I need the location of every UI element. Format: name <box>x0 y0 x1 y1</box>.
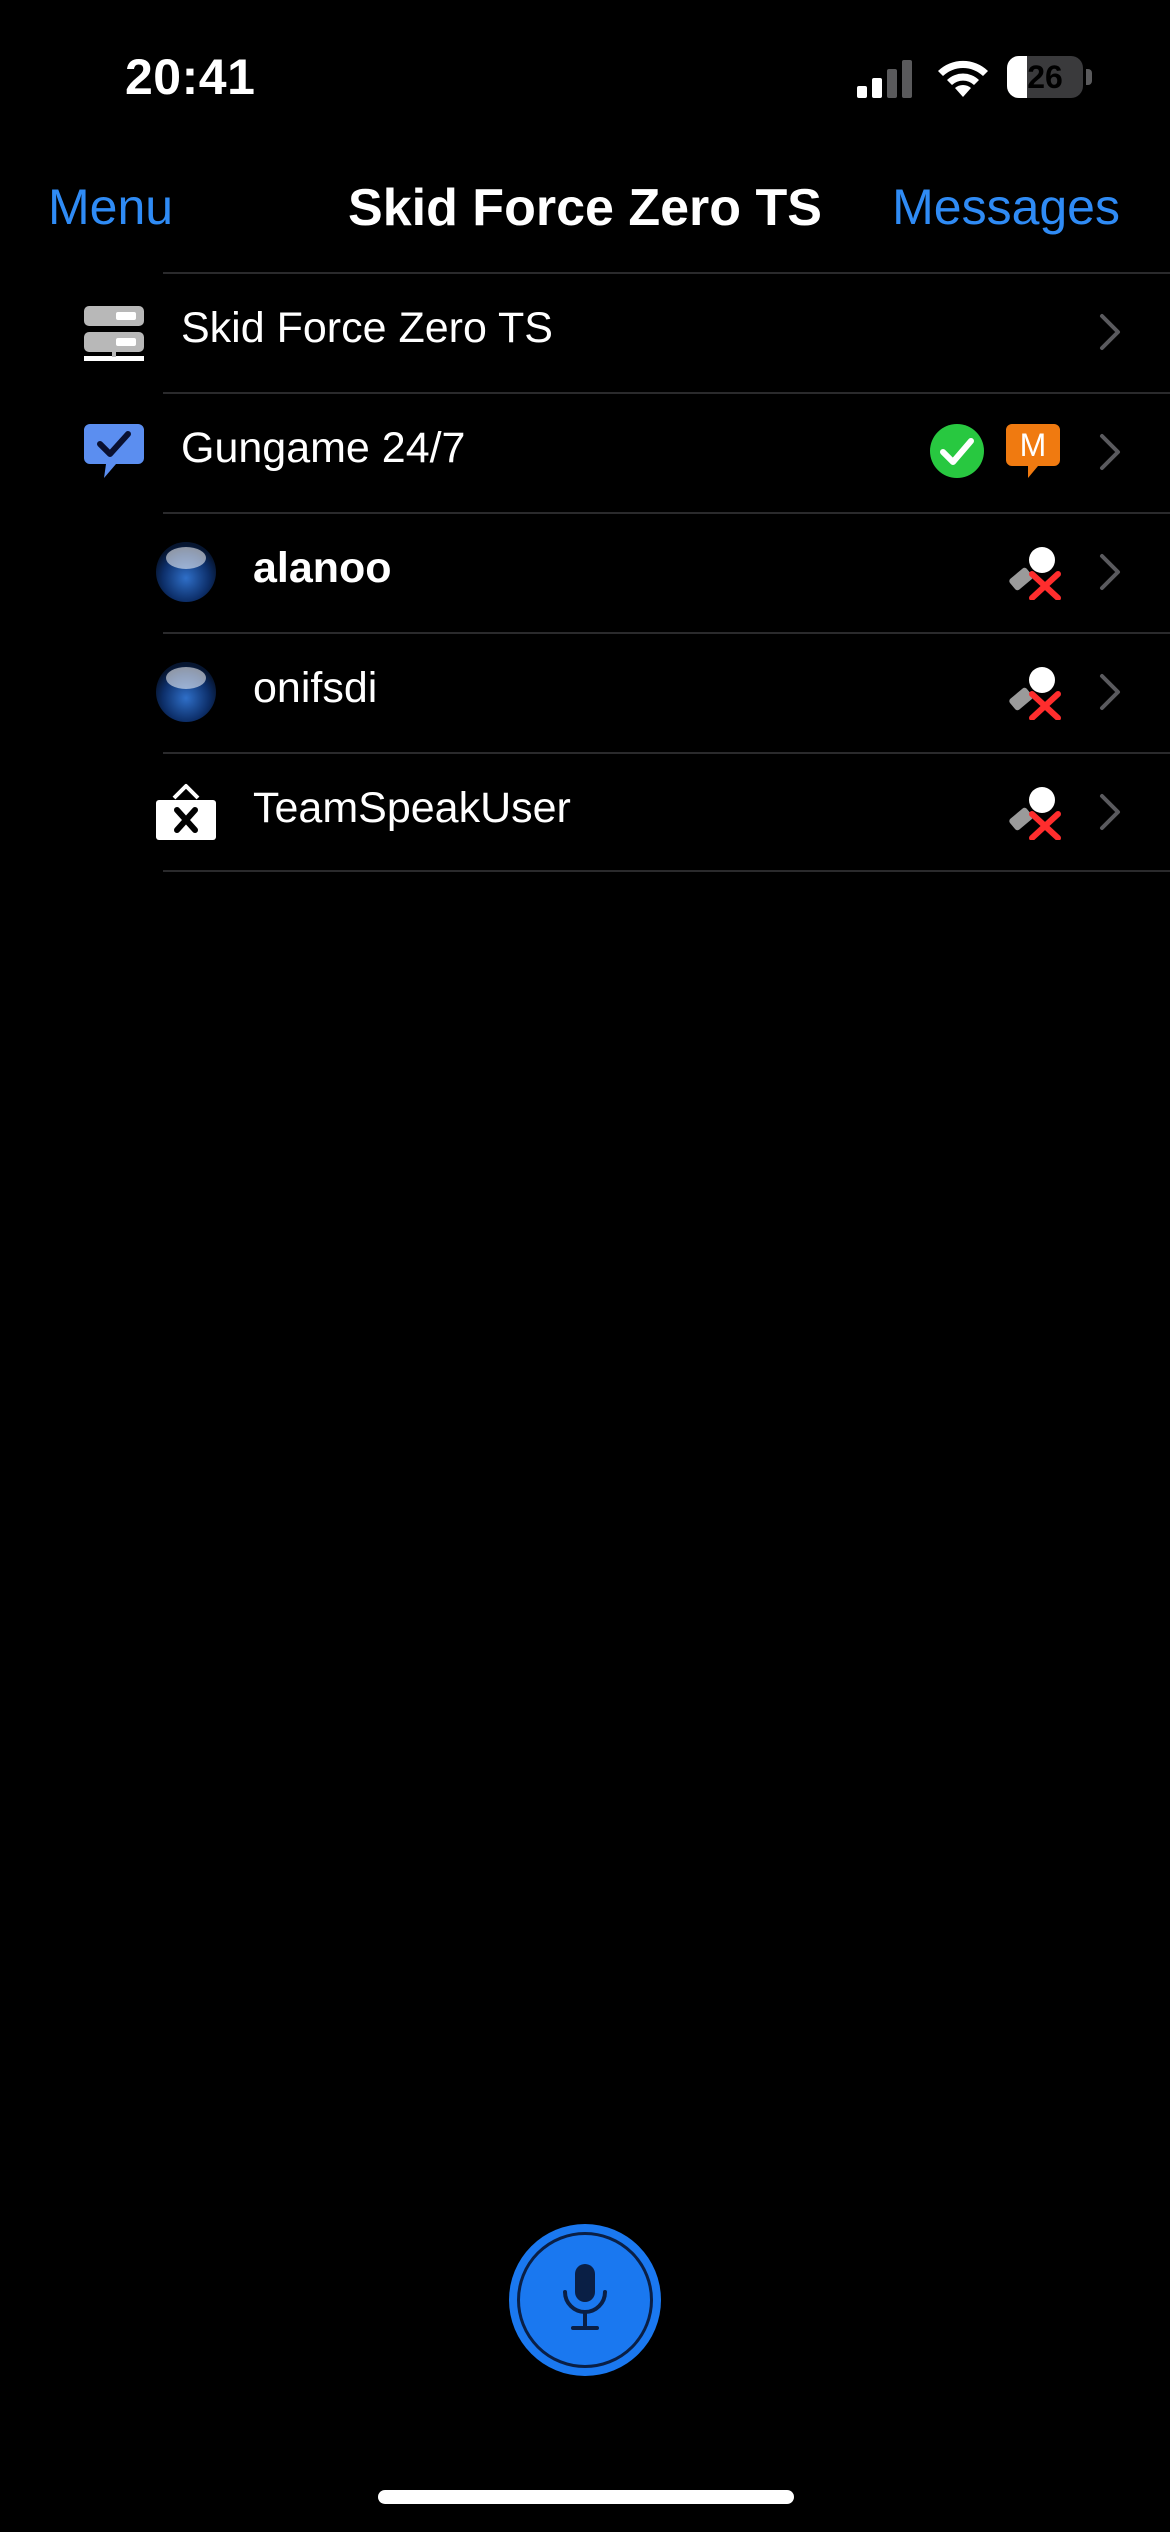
chevron-right-icon <box>1100 674 1120 710</box>
client-row-teamspeakuser[interactable]: TeamSpeakUser <box>0 752 1170 872</box>
svg-text:M: M <box>1020 427 1047 463</box>
microphone-muted-icon <box>1009 787 1061 840</box>
navigation-bar: Skid Force Zero TS Menu Messages <box>0 150 1170 270</box>
channel-row-gungame[interactable]: Gungame 24/7 M <box>0 392 1170 512</box>
client-sphere-icon <box>156 542 216 602</box>
chevron-right-icon <box>1100 554 1120 590</box>
channel-name: Gungame 24/7 <box>181 424 466 472</box>
chevron-right-icon <box>1100 434 1120 470</box>
server-row[interactable]: Skid Force Zero TS <box>0 272 1170 392</box>
check-icon <box>930 424 984 478</box>
status-time: 20:41 <box>125 49 256 105</box>
channel-subscribed-icon <box>84 424 144 478</box>
client-away-icon <box>156 784 216 840</box>
server-icon <box>84 306 144 361</box>
chevron-right-icon <box>1100 314 1120 350</box>
status-bar: 20:41 26 <box>0 0 1170 150</box>
channel-tree: Skid Force Zero TS Gungame 24/7 M alanoo… <box>0 272 1170 872</box>
microphone-icon <box>563 2264 607 2330</box>
battery-indicator: 26 <box>1007 56 1093 98</box>
client-sphere-icon <box>156 662 216 722</box>
wifi-icon <box>938 60 988 97</box>
client-row-alanoo[interactable]: alanoo <box>0 512 1170 632</box>
home-indicator[interactable] <box>378 2490 794 2504</box>
cellular-signal-icon <box>857 60 912 98</box>
push-to-talk-button[interactable] <box>509 2224 661 2376</box>
battery-level-text: 26 <box>1027 59 1063 95</box>
client-name: TeamSpeakUser <box>253 784 571 832</box>
client-row-onifsdi[interactable]: onifsdi <box>0 632 1170 752</box>
microphone-muted-icon <box>1009 547 1061 600</box>
moderated-icon: M <box>1006 424 1060 478</box>
client-name: onifsdi <box>253 664 378 712</box>
server-name: Skid Force Zero TS <box>181 304 553 352</box>
microphone-muted-icon <box>1009 667 1061 720</box>
client-name: alanoo <box>253 544 392 592</box>
menu-button[interactable]: Menu <box>48 178 173 236</box>
chevron-right-icon <box>1100 794 1120 830</box>
messages-button[interactable]: Messages <box>892 178 1120 236</box>
